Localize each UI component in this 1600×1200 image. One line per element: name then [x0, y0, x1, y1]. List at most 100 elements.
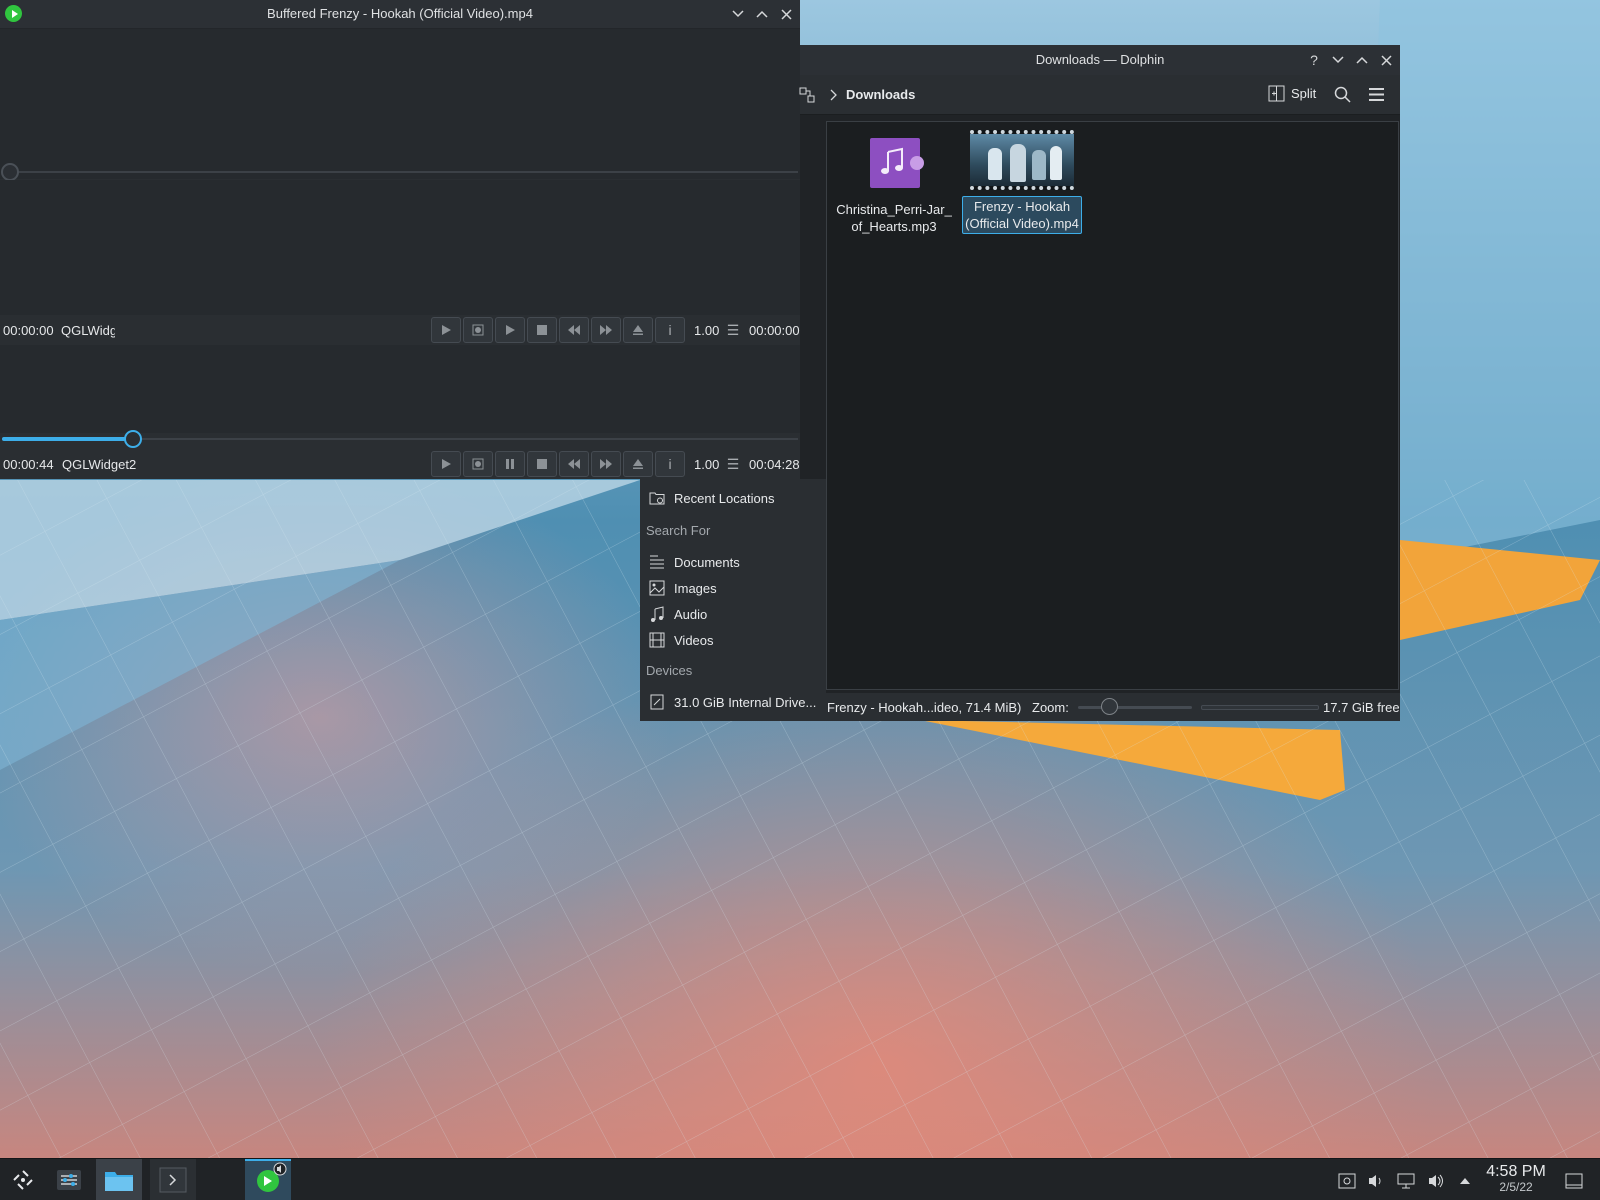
info-button-2[interactable]: i — [655, 451, 685, 477]
eject-icon — [632, 458, 644, 470]
rewind-button-1[interactable] — [559, 317, 589, 343]
screenshot-tray-icon[interactable] — [1337, 1171, 1357, 1191]
pause-icon — [504, 458, 516, 470]
video-surface-2[interactable] — [0, 345, 800, 433]
chevron-up-icon — [756, 10, 768, 18]
volume-tray-icon[interactable] — [1426, 1171, 1446, 1191]
speed-1: 1.00 — [694, 323, 720, 338]
seek-handle-2[interactable] — [123, 430, 142, 448]
file-item-mp3[interactable]: Christina_Perri-Jar_ of_Hearts.mp3 — [834, 134, 954, 236]
seek-fill-2 — [2, 437, 133, 441]
hamburger-menu-icon — [1369, 88, 1384, 101]
eject-button-2[interactable] — [623, 451, 653, 477]
play-button-2[interactable] — [431, 451, 461, 477]
close-button[interactable] — [776, 4, 796, 24]
free-space-label: 17.7 GiB free — [1323, 700, 1400, 715]
digital-clock[interactable]: 4:58 PM 2/5/22 — [1480, 1162, 1552, 1194]
forward-icon — [599, 324, 613, 336]
pause-button-2[interactable] — [495, 451, 525, 477]
eject-icon — [632, 324, 644, 336]
seek-track-1[interactable] — [10, 171, 798, 173]
play-button-1[interactable] — [495, 317, 525, 343]
taskbar-media-player[interactable] — [245, 1159, 291, 1200]
place-videos[interactable]: Videos — [640, 627, 826, 653]
file-view[interactable]: Christina_Perri-Jar_ of_Hearts.mp3 Frenz… — [826, 121, 1399, 690]
help-button[interactable]: ? — [1304, 50, 1324, 70]
file-label-mp4-line2: (Official Video).mp4 — [965, 216, 1079, 231]
dolphin-window: Downloads — Dolphin ? Downloads Split Ch… — [798, 45, 1400, 721]
eject-button-1[interactable] — [623, 317, 653, 343]
taskbar-dolphin[interactable] — [96, 1159, 142, 1200]
split-view-icon — [1268, 85, 1285, 102]
video-area-1-lower — [0, 180, 800, 315]
network-tray-icon[interactable] — [1396, 1171, 1416, 1191]
player-titlebar[interactable]: Buffered Frenzy - Hookah (Official Video… — [0, 0, 800, 29]
stop-icon — [536, 458, 548, 470]
control-bar-1: 00:00:00 QGLWidg 1.00 ☰ 00:00:00 i — [0, 316, 800, 344]
taskbar-terminal[interactable] — [150, 1159, 196, 1200]
minimize-button[interactable] — [728, 4, 748, 24]
chevron-up-icon — [1356, 56, 1368, 64]
dolphin-close-button[interactable] — [1376, 50, 1396, 70]
audio-icon — [648, 605, 666, 623]
tray-expand-icon[interactable] — [1455, 1171, 1475, 1191]
recent-folder-icon — [648, 489, 666, 507]
zoom-slider-track[interactable] — [1078, 706, 1192, 709]
info-icon: i — [668, 456, 672, 472]
media-player-icon — [257, 1162, 287, 1192]
breadcrumb-downloads[interactable]: Downloads — [846, 87, 915, 102]
video-surface-1[interactable] — [0, 29, 800, 179]
images-icon — [648, 579, 666, 597]
place-audio[interactable]: Audio — [640, 601, 826, 627]
breadcrumb-chevron-icon — [830, 89, 838, 104]
info-button-1[interactable]: i — [655, 317, 685, 343]
selection-info: Frenzy - Hookah...ideo, 71.4 MiB) — [827, 700, 1022, 715]
record-icon — [472, 458, 484, 470]
zoom-label: Zoom: — [1032, 700, 1069, 715]
control-bar-2: 00:00:44 QGLWidget2 1.00 ☰ 00:04:28 i — [0, 450, 800, 478]
place-drive-label: 31.0 GiB Internal Drive... — [674, 694, 817, 710]
drive-icon — [648, 693, 666, 711]
maximize-button[interactable] — [752, 4, 772, 24]
player-window-title: Buffered Frenzy - Hookah (Official Video… — [267, 6, 533, 21]
audio-playing-badge-icon — [273, 1162, 287, 1176]
show-desktop-button[interactable] — [1564, 1171, 1584, 1191]
search-button[interactable] — [1334, 86, 1351, 106]
dolphin-maximize-button[interactable] — [1352, 50, 1372, 70]
place-documents[interactable]: Documents — [640, 549, 826, 575]
stop-button-1[interactable] — [527, 317, 557, 343]
dolphin-minimize-button[interactable] — [1328, 50, 1348, 70]
place-images[interactable]: Images — [640, 575, 826, 601]
search-icon — [1334, 86, 1351, 103]
forward-button-1[interactable] — [591, 317, 621, 343]
show-desktop-icon — [1565, 1173, 1583, 1189]
record-button-2[interactable] — [463, 451, 493, 477]
file-item-mp4[interactable]: Frenzy - Hookah (Official Video).mp4 — [962, 130, 1082, 234]
taskbar-system-settings[interactable] — [46, 1159, 92, 1200]
place-recent-locations[interactable]: Recent Locations — [640, 485, 826, 511]
videos-icon — [648, 631, 666, 649]
record-button-1[interactable] — [463, 317, 493, 343]
current-time-2: 00:00:44 — [3, 457, 54, 472]
rewind-icon — [567, 458, 581, 470]
play-button-1[interactable] — [431, 317, 461, 343]
dolphin-titlebar[interactable]: Downloads — Dolphin ? — [800, 45, 1400, 75]
devices-header: Devices — [646, 663, 693, 678]
audio-tray-icon[interactable] — [1366, 1171, 1386, 1191]
menu-button-1[interactable]: ☰ — [725, 317, 741, 343]
stop-button-2[interactable] — [527, 451, 557, 477]
split-button[interactable]: Split — [1268, 85, 1316, 102]
forward-button-2[interactable] — [591, 451, 621, 477]
panel-toggle-icon[interactable] — [798, 86, 816, 104]
zoom-slider-handle[interactable] — [1101, 698, 1118, 715]
info-icon: i — [668, 322, 672, 338]
rewind-button-2[interactable] — [559, 451, 589, 477]
place-videos-label: Videos — [674, 632, 714, 648]
close-icon — [780, 8, 792, 20]
menu-button-2[interactable]: ☰ — [725, 451, 741, 477]
application-launcher[interactable] — [0, 1159, 46, 1200]
hamburger-menu-button[interactable] — [1368, 87, 1385, 105]
seek-handle-1[interactable] — [1, 163, 19, 181]
place-internal-drive[interactable]: 31.0 GiB Internal Drive... — [640, 689, 826, 715]
place-documents-label: Documents — [674, 554, 740, 570]
